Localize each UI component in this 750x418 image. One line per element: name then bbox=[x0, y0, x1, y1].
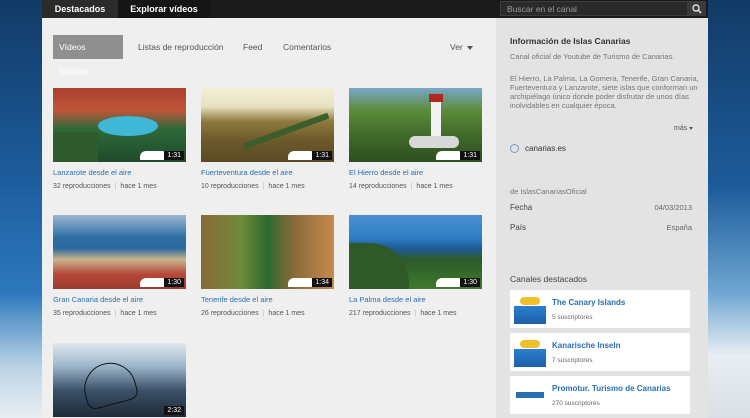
channel-name[interactable]: The Canary Islands bbox=[552, 298, 625, 307]
tab-listas-reproduccion[interactable]: Listas de reproducción bbox=[138, 35, 224, 59]
video-duration: 1:30 bbox=[164, 278, 184, 287]
channel-subscribers: 7 suscriptores bbox=[552, 357, 593, 364]
video-age: hace 1 mes bbox=[268, 183, 305, 190]
video-age: hace 1 mes bbox=[120, 310, 157, 317]
video-title[interactable]: Tenerife desde el aire bbox=[201, 295, 273, 304]
video-views: 26 reproducciones bbox=[201, 310, 259, 317]
video-thumbnail[interactable]: 1:34 bbox=[201, 215, 334, 289]
featured-channel-item[interactable]: The Canary Islands 5 suscriptores bbox=[510, 290, 690, 328]
video-views: 32 reproducciones bbox=[53, 183, 111, 190]
video-views: 217 reproducciones bbox=[349, 310, 411, 317]
view-menu-label: Ver bbox=[450, 42, 463, 52]
video-thumbnail[interactable]: 1:31 bbox=[201, 88, 334, 162]
website-link-label: canarias.es bbox=[525, 144, 566, 153]
info-description: Canal oficial de Youtube de Turismo de C… bbox=[510, 52, 675, 61]
uploads-panel: Vídeos subidos Listas de reproducción Fe… bbox=[42, 18, 496, 418]
video-meta: 35 reproducciones | hace 1 mes bbox=[53, 310, 157, 317]
video-title[interactable]: El Hierro desde el aire bbox=[349, 168, 423, 177]
video-thumbnail[interactable]: 1:31 bbox=[53, 88, 186, 162]
video-meta: 14 reproducciones | hace 1 mes bbox=[349, 183, 453, 190]
video-title[interactable]: Gran Canaria desde el aire bbox=[53, 295, 143, 304]
video-meta: 10 reproducciones | hace 1 mes bbox=[201, 183, 305, 190]
channel-logo bbox=[514, 337, 546, 367]
more-label: más bbox=[674, 125, 688, 132]
view-menu[interactable]: Ver bbox=[450, 35, 473, 59]
channel-logo bbox=[514, 294, 546, 324]
channel-name[interactable]: Kanarische Inseln bbox=[552, 341, 620, 350]
video-duration: 1:30 bbox=[460, 278, 480, 287]
info-key: País bbox=[510, 223, 527, 232]
info-key: Fecha bbox=[510, 203, 533, 212]
channel-logo bbox=[514, 380, 546, 410]
tab-videos-subidos[interactable]: Vídeos subidos bbox=[53, 35, 123, 76]
channel-subscribers: 270 suscriptores bbox=[552, 400, 600, 407]
featured-channels-title: Canales destacados bbox=[510, 274, 588, 284]
channel-name[interactable]: Promotur. Turismo de Canarias bbox=[552, 384, 671, 393]
info-description-2: El Hierro, La Palma, La Gomera, Tenerife… bbox=[510, 74, 699, 110]
video-title[interactable]: Fuerteventura desde el aire bbox=[201, 168, 293, 177]
globe-icon bbox=[510, 144, 519, 154]
video-meta: 217 reproducciones | hace 1 mes bbox=[349, 310, 457, 317]
chevron-down-icon bbox=[466, 45, 473, 50]
tab-destacados[interactable]: Destacados bbox=[42, 0, 118, 18]
channel-subscribers: 5 suscriptores bbox=[552, 314, 593, 321]
video-views: 35 reproducciones bbox=[53, 310, 111, 317]
video-views: 14 reproducciones bbox=[349, 183, 407, 190]
video-thumbnail[interactable]: 1:31 bbox=[349, 88, 482, 162]
video-age: hace 1 mes bbox=[120, 183, 157, 190]
channel-handle: de IslasCanariasOficial bbox=[510, 187, 587, 196]
more-link[interactable]: más bbox=[674, 125, 694, 132]
video-meta: 26 reproducciones | hace 1 mes bbox=[201, 310, 305, 317]
info-title: Información de Islas Canarias bbox=[510, 36, 631, 46]
video-thumbnail[interactable]: 2:32 bbox=[53, 343, 186, 417]
video-title[interactable]: La Palma desde el aire bbox=[349, 295, 426, 304]
video-age: hace 1 mes bbox=[416, 183, 453, 190]
video-age: hace 1 mes bbox=[420, 310, 457, 317]
video-duration: 1:31 bbox=[164, 151, 184, 160]
website-link[interactable]: canarias.es bbox=[510, 144, 566, 154]
chevron-down-icon bbox=[689, 126, 694, 130]
background-right bbox=[708, 0, 750, 418]
video-title[interactable]: Lanzarote desde el aire bbox=[53, 168, 131, 177]
video-duration: 1:31 bbox=[460, 151, 480, 160]
tab-comentarios[interactable]: Comentarios bbox=[283, 35, 331, 59]
channel-info-sidebar: Información de Islas Canarias Canal ofic… bbox=[496, 18, 708, 418]
video-views: 10 reproducciones bbox=[201, 183, 259, 190]
info-row-pais: País España bbox=[510, 223, 692, 232]
channel-search-input[interactable]: Buscar en el canal bbox=[500, 1, 688, 16]
video-meta: 32 reproducciones | hace 1 mes bbox=[53, 183, 157, 190]
video-duration: 1:34 bbox=[312, 278, 332, 287]
video-duration: 2:32 bbox=[164, 406, 184, 415]
info-value: 04/03/2013 bbox=[654, 203, 692, 212]
featured-channel-item[interactable]: Promotur. Turismo de Canarias 270 suscri… bbox=[510, 376, 690, 414]
background-left bbox=[0, 0, 42, 418]
tab-feed[interactable]: Feed bbox=[243, 35, 262, 59]
info-row-fecha: Fecha 04/03/2013 bbox=[510, 203, 692, 212]
search-button[interactable] bbox=[688, 1, 706, 16]
video-age: hace 1 mes bbox=[268, 310, 305, 317]
video-thumbnail[interactable]: 1:30 bbox=[53, 215, 186, 289]
video-thumbnail[interactable]: 1:30 bbox=[349, 215, 482, 289]
tab-explorar-videos[interactable]: Explorar vídeos bbox=[118, 0, 210, 18]
info-value: España bbox=[666, 223, 692, 232]
search-icon bbox=[692, 4, 702, 14]
featured-channel-item[interactable]: Kanarische Inseln 7 suscriptores bbox=[510, 333, 690, 371]
channel-topbar: Destacados Explorar vídeos Buscar en el … bbox=[42, 0, 708, 18]
video-duration: 1:31 bbox=[312, 151, 332, 160]
